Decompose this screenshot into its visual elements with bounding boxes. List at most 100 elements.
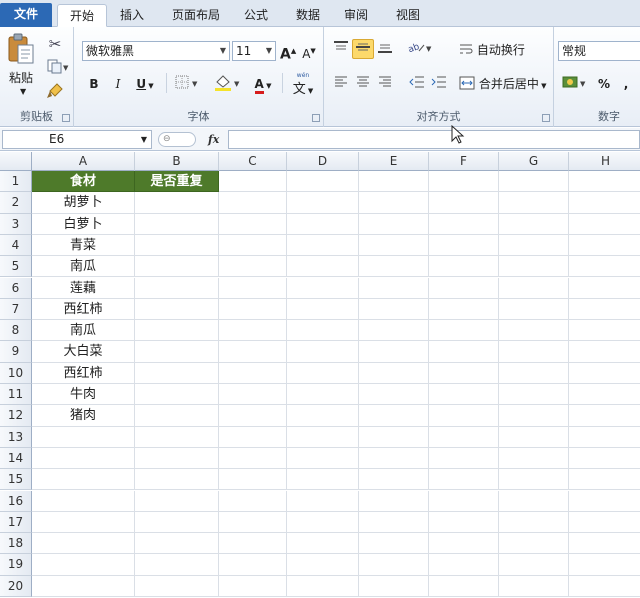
cell-f7[interactable] — [429, 298, 499, 321]
tab-review[interactable]: 审阅 — [336, 4, 376, 27]
name-box[interactable]: E6 ▼ — [2, 130, 152, 149]
cell-f1[interactable] — [429, 171, 499, 193]
cell-h14[interactable] — [569, 448, 640, 470]
grow-font-button[interactable]: A▲ — [279, 40, 297, 63]
cell-a15[interactable] — [32, 469, 135, 491]
cell-f9[interactable] — [429, 341, 499, 363]
cell-g7[interactable] — [499, 298, 569, 321]
cell-b12[interactable] — [135, 405, 219, 427]
cell-a3[interactable]: 白萝卜 — [32, 213, 135, 235]
cell-h4[interactable] — [569, 235, 640, 257]
cell-b20[interactable] — [135, 575, 219, 597]
cell-b14[interactable] — [135, 447, 219, 470]
row-header-5[interactable]: 5 — [0, 256, 32, 278]
cell-c17[interactable] — [219, 511, 287, 534]
cell-g16[interactable] — [499, 490, 569, 512]
cell-g5[interactable] — [499, 256, 569, 278]
row-header-11[interactable]: 11 — [0, 384, 32, 406]
cell-c11[interactable] — [219, 384, 287, 406]
cell-d7[interactable] — [287, 298, 359, 321]
column-header-b[interactable]: B — [135, 152, 219, 171]
tab-page-layout[interactable]: 页面布局 — [164, 4, 228, 27]
cell-h11[interactable] — [569, 384, 640, 406]
cell-h10[interactable] — [569, 363, 640, 384]
cell-c18[interactable] — [219, 533, 287, 555]
row-header-14[interactable]: 14 — [0, 447, 32, 470]
font-color-button[interactable]: A ▼ — [248, 73, 278, 94]
cell-h9[interactable] — [569, 341, 640, 363]
row-header-16[interactable]: 16 — [0, 490, 32, 512]
cell-b5[interactable] — [135, 256, 219, 278]
cell-a12[interactable]: 猪肉 — [32, 405, 135, 427]
column-header-d[interactable]: D — [287, 152, 359, 171]
cell-b16[interactable] — [135, 490, 219, 512]
cell-e4[interactable] — [359, 234, 429, 257]
cell-a18[interactable] — [32, 533, 135, 555]
align-center-button[interactable] — [352, 73, 374, 93]
row-header-3[interactable]: 3 — [0, 213, 32, 235]
cell-f2[interactable] — [429, 192, 499, 214]
cell-c16[interactable] — [219, 490, 287, 512]
cell-f4[interactable] — [429, 234, 499, 257]
decrease-indent-button[interactable] — [406, 73, 428, 93]
cell-d1[interactable] — [287, 171, 359, 193]
cell-g2[interactable] — [499, 192, 569, 214]
cell-h18[interactable] — [569, 533, 640, 555]
cell-b13[interactable] — [135, 426, 219, 448]
align-bottom-button[interactable] — [374, 39, 396, 59]
cell-b1[interactable]: 是否重复 — [135, 171, 219, 193]
cell-c10[interactable] — [219, 362, 287, 384]
cell-a13[interactable] — [32, 426, 135, 448]
column-header-h[interactable]: H — [569, 152, 640, 171]
cell-f20[interactable] — [429, 575, 499, 597]
percent-style-button[interactable]: % — [594, 73, 614, 93]
cell-a8[interactable]: 南瓜 — [32, 320, 135, 342]
cell-b3[interactable] — [135, 213, 219, 235]
orientation-button[interactable]: ab ▼ — [406, 39, 434, 59]
cell-c6[interactable] — [219, 277, 287, 299]
cell-a19[interactable] — [32, 554, 135, 576]
cell-d19[interactable] — [287, 554, 359, 576]
cell-e13[interactable] — [359, 426, 429, 448]
row-header-13[interactable]: 13 — [0, 426, 32, 448]
cell-d9[interactable] — [287, 341, 359, 363]
cell-g3[interactable] — [499, 213, 569, 235]
cell-h19[interactable] — [569, 554, 640, 576]
cell-c3[interactable] — [219, 213, 287, 235]
cell-h5[interactable] — [569, 256, 640, 278]
alignment-launcher-icon[interactable] — [542, 114, 550, 122]
bold-button[interactable]: B — [84, 73, 104, 93]
cell-e8[interactable] — [359, 320, 429, 342]
font-name-dropdown-icon[interactable]: ▼ — [220, 42, 226, 60]
column-header-e[interactable]: E — [359, 152, 429, 171]
row-header-8[interactable]: 8 — [0, 320, 32, 342]
cell-d6[interactable] — [287, 277, 359, 299]
comma-style-button[interactable]: , — [618, 73, 634, 93]
cell-c15[interactable] — [219, 469, 287, 491]
cell-c2[interactable] — [219, 192, 287, 214]
cell-f3[interactable] — [429, 213, 499, 235]
cell-f16[interactable] — [429, 490, 499, 512]
row-header-1[interactable]: 1 — [0, 171, 32, 193]
cell-h13[interactable] — [569, 427, 640, 448]
cell-e14[interactable] — [359, 447, 429, 470]
cell-h20[interactable] — [569, 576, 640, 597]
cut-icon[interactable]: ✂ — [44, 33, 66, 53]
cell-f6[interactable] — [429, 277, 499, 299]
align-top-button[interactable] — [330, 39, 352, 59]
cell-e17[interactable] — [359, 511, 429, 534]
cell-d2[interactable] — [287, 192, 359, 214]
column-header-c[interactable]: C — [219, 152, 287, 171]
borders-button[interactable]: ▼ — [172, 73, 202, 93]
cell-h3[interactable] — [569, 214, 640, 235]
cell-e3[interactable] — [359, 213, 429, 235]
cell-e20[interactable] — [359, 575, 429, 597]
cell-c4[interactable] — [219, 234, 287, 257]
cell-f18[interactable] — [429, 533, 499, 555]
cell-d12[interactable] — [287, 405, 359, 427]
cell-d4[interactable] — [287, 234, 359, 257]
cell-c20[interactable] — [219, 575, 287, 597]
cell-e9[interactable] — [359, 341, 429, 363]
format-painter-icon[interactable] — [44, 81, 66, 101]
cell-g12[interactable] — [499, 405, 569, 427]
